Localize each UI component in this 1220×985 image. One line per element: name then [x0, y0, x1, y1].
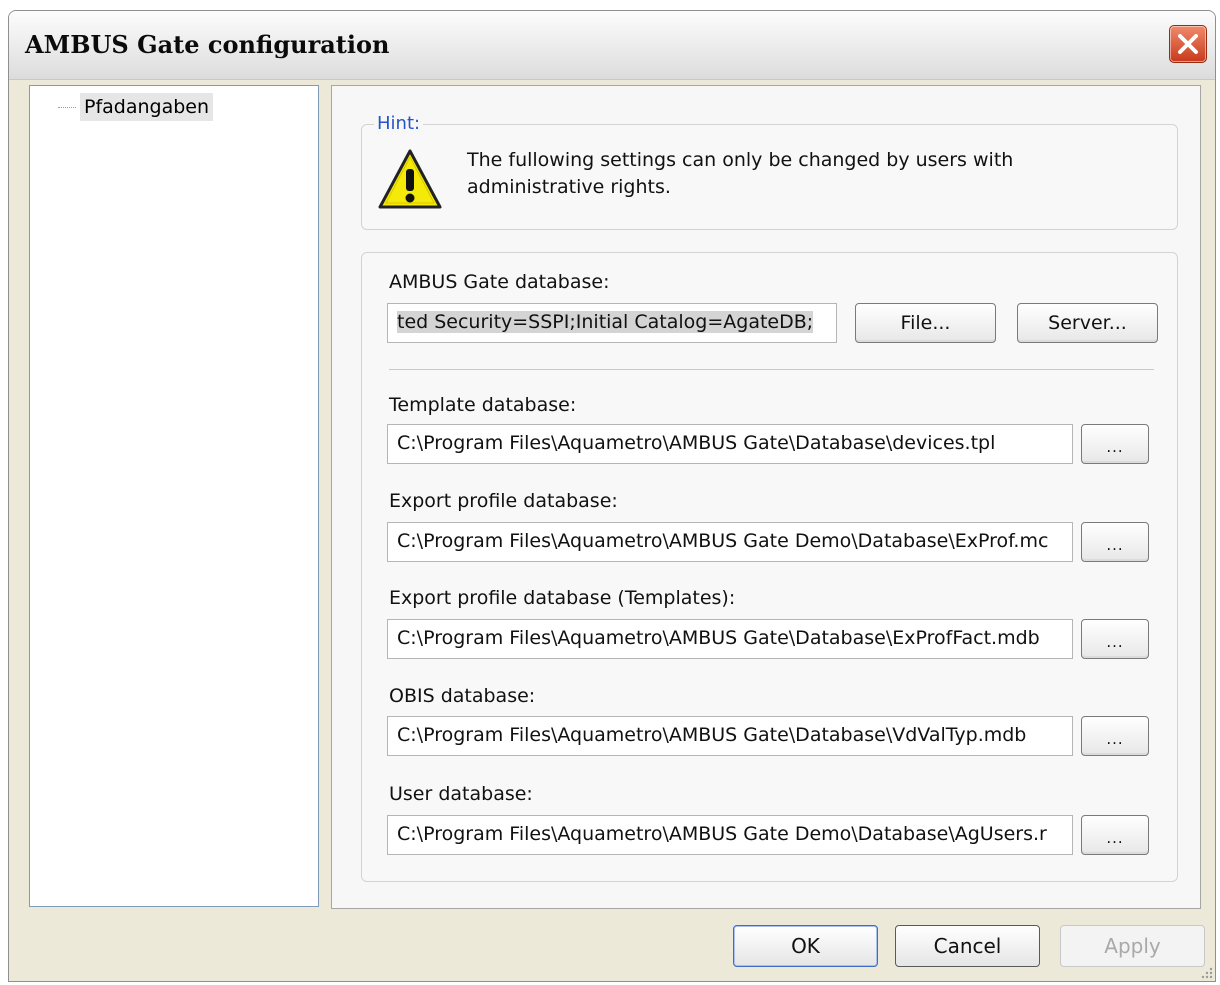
- resize-grip-icon[interactable]: [1199, 965, 1213, 979]
- export-profile-db-label: Export profile database:: [389, 490, 618, 512]
- close-button[interactable]: [1169, 25, 1207, 63]
- hint-group: Hint: The fullowing settings can only be…: [361, 113, 1178, 230]
- tree-connector: [58, 106, 76, 108]
- obis-db-label: OBIS database:: [389, 685, 536, 707]
- ok-button[interactable]: OK: [733, 925, 878, 967]
- hint-text: The fullowing settings can only be chang…: [467, 149, 1014, 198]
- navigation-tree: Pfadangaben: [29, 85, 319, 907]
- ambus-gate-db-value: ted Security=SSPI;Initial Catalog=AgateD…: [397, 311, 814, 333]
- template-db-field[interactable]: C:\Program Files\Aquametro\AMBUS Gate\Da…: [387, 424, 1073, 464]
- user-db-label: User database:: [389, 783, 533, 805]
- obis-db-browse-button[interactable]: ...: [1081, 716, 1149, 756]
- file-button[interactable]: File...: [855, 303, 996, 343]
- export-profile-db-browse-button[interactable]: ...: [1081, 522, 1149, 562]
- config-dialog: AMBUS Gate configuration Pfadangaben Hin…: [8, 10, 1216, 982]
- user-db-field[interactable]: C:\Program Files\Aquametro\AMBUS Gate De…: [387, 815, 1073, 855]
- separator: [389, 369, 1154, 370]
- export-profile-templates-db-browse-button[interactable]: ...: [1081, 619, 1149, 659]
- settings-panel: Hint: The fullowing settings can only be…: [331, 85, 1201, 909]
- ambus-gate-db-label: AMBUS Gate database:: [389, 271, 610, 293]
- close-icon: [1178, 34, 1198, 54]
- database-group: AMBUS Gate database: ted Security=SSPI;I…: [361, 252, 1178, 882]
- window-title: AMBUS Gate configuration: [25, 30, 390, 59]
- tree-item-pfadangaben[interactable]: Pfadangaben: [58, 92, 214, 122]
- ambus-gate-db-field[interactable]: ted Security=SSPI;Initial Catalog=AgateD…: [387, 303, 837, 343]
- hint-legend: Hint:: [374, 113, 424, 134]
- template-db-browse-button[interactable]: ...: [1081, 424, 1149, 464]
- user-db-browse-button[interactable]: ...: [1081, 815, 1149, 855]
- server-button[interactable]: Server...: [1017, 303, 1158, 343]
- export-profile-db-field[interactable]: C:\Program Files\Aquametro\AMBUS Gate De…: [387, 522, 1073, 562]
- tree-item-label: Pfadangaben: [80, 93, 214, 121]
- title-bar[interactable]: AMBUS Gate configuration: [9, 11, 1215, 80]
- cancel-button[interactable]: Cancel: [895, 925, 1040, 967]
- export-profile-templates-db-label: Export profile database (Templates):: [389, 587, 736, 609]
- template-db-label: Template database:: [389, 394, 577, 416]
- obis-db-field[interactable]: C:\Program Files\Aquametro\AMBUS Gate\Da…: [387, 716, 1073, 756]
- warning-icon: [378, 149, 442, 209]
- apply-button[interactable]: Apply: [1060, 925, 1205, 967]
- export-profile-templates-db-field[interactable]: C:\Program Files\Aquametro\AMBUS Gate\Da…: [387, 619, 1073, 659]
